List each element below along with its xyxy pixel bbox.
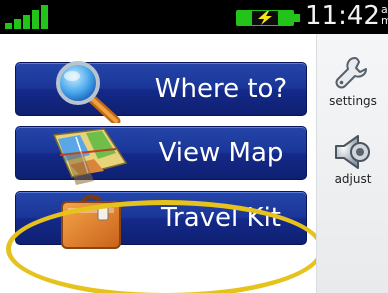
clock: 11:42a m: [305, 1, 388, 31]
clock-time: 11:42: [305, 1, 380, 31]
where-to-label: Where to?: [154, 74, 288, 104]
travel-kit-label: Travel Kit: [160, 203, 282, 233]
magnifier-icon: [56, 61, 121, 123]
travel-kit-button[interactable]: Travel Kit: [15, 191, 307, 249]
adjust-button[interactable]: adjust: [317, 132, 388, 186]
suitcase-icon: [61, 194, 121, 249]
wrench-icon: [335, 57, 367, 89]
main-menu: Where to? View Map Travel Kit: [0, 34, 324, 293]
adjust-label: adjust: [334, 172, 372, 186]
device-screen: 11:42a m Where to? View Map Travel Kit s…: [0, 0, 388, 293]
clock-ampm: am: [380, 3, 388, 27]
status-bar: 11:42a m: [0, 0, 388, 34]
view-map-label: View Map: [158, 138, 284, 168]
view-map-button[interactable]: View Map: [15, 126, 307, 185]
speaker-icon: [335, 135, 370, 169]
map-icon: [52, 128, 128, 185]
battery-charging-icon: [236, 10, 300, 26]
settings-label: settings: [329, 94, 377, 108]
settings-button[interactable]: settings: [317, 54, 388, 108]
sidebar: settings adjust: [316, 34, 388, 293]
signal-bars-icon: [5, 5, 48, 29]
where-to-button[interactable]: Where to?: [15, 61, 307, 123]
